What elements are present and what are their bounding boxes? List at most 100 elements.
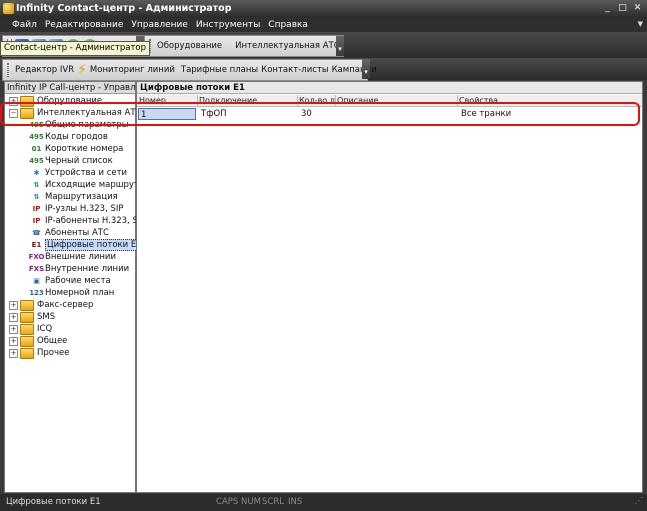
tooltip: Contact-центр - Администратор xyxy=(0,41,151,56)
expand-icon[interactable]: + xyxy=(9,336,18,346)
smart-pbx-button[interactable]: Интеллектуальная АТС xyxy=(235,41,339,51)
ip-subscribers-icon: IP xyxy=(32,217,41,225)
tree-item-label: Черный список xyxy=(45,156,113,166)
close-icon[interactable]: ✕ xyxy=(632,3,643,14)
tree-item-label: Номерной план xyxy=(45,288,115,298)
maximize-icon[interactable]: □ xyxy=(617,3,628,14)
column-header-connection[interactable]: Подключение xyxy=(197,95,298,106)
status-bar: Цифровые потоки E1 CAPS NUM SCRL INS ⋰ xyxy=(0,494,647,511)
minimize-icon[interactable]: _ xyxy=(602,3,613,14)
fxo-icon: FXO xyxy=(28,253,45,261)
navigation-header: Infinity IP Call-центр - Управление xyxy=(5,82,135,94)
column-header-number[interactable]: Номер xyxy=(137,95,198,106)
expand-icon[interactable]: + xyxy=(9,300,18,310)
toolbar-overflow-icon[interactable]: ▾ xyxy=(362,59,370,79)
tree-item-label: IP-узлы H.323, SIP xyxy=(45,204,124,214)
expand-icon[interactable]: + xyxy=(9,348,18,358)
params-icon: 495 xyxy=(29,121,44,129)
status-num: NUM xyxy=(241,497,261,507)
tree-item-label: IP-абоненты H.323, SIP xyxy=(45,216,146,226)
tree-item[interactable]: + SMS xyxy=(9,311,55,323)
tree-item-label: SMS xyxy=(37,312,56,322)
tree-item[interactable]: + ICQ xyxy=(9,323,52,335)
line-monitoring-button[interactable]: Мониторинг линий xyxy=(90,65,175,75)
tree-item[interactable]: ▣ Рабочие места xyxy=(31,275,111,287)
content-panel: Цифровые потоки E1 Номер Подключение Кол… xyxy=(136,81,643,493)
tree-item-label: Внутренние линии xyxy=(45,264,130,274)
tree-item-label: Короткие номера xyxy=(45,144,124,154)
ivr-editor-button[interactable]: Редактор IVR xyxy=(15,65,74,75)
expand-icon[interactable]: + xyxy=(9,312,18,322)
tree-item[interactable]: − Интеллектуальная АТС xyxy=(9,107,141,119)
tree-item-label: Внешние линии xyxy=(45,252,116,262)
tree-item[interactable]: IP IP-абоненты H.323, SIP xyxy=(31,215,146,227)
cell-count[interactable]: 30 xyxy=(299,108,335,120)
status-ins: INS xyxy=(288,497,303,507)
tree-item-label: Маршрутизация xyxy=(45,192,118,202)
cell-description[interactable] xyxy=(337,108,457,120)
e1-icon: E1 xyxy=(31,241,42,249)
menu-file[interactable]: Файл xyxy=(8,20,41,30)
tree-item[interactable]: 01 Короткие номера xyxy=(31,143,124,155)
tree-item[interactable]: ⇅ Маршрутизация xyxy=(31,191,118,203)
contact-lists-button[interactable]: Контакт-листы xyxy=(261,65,328,75)
menu-help[interactable]: Справка xyxy=(264,20,312,30)
devices-icon: ✱ xyxy=(33,169,40,177)
tree-item[interactable]: 495 Коды городов xyxy=(29,131,108,143)
tree-item-label: Коды городов xyxy=(45,132,108,142)
toolbar-overflow-icon[interactable]: ▾ xyxy=(336,36,344,56)
tree-item-label: Общее xyxy=(37,336,68,346)
toolbar-group-tools: Редактор IVR ⚡ Мониторинг линий Тарифные… xyxy=(2,59,377,81)
menu-tools[interactable]: Инструменты xyxy=(192,20,264,30)
tree-item-label: Факс-сервер xyxy=(37,300,94,310)
column-header-description[interactable]: Описание xyxy=(335,95,458,106)
tree-item[interactable]: FXS Внутренние линии xyxy=(29,263,130,275)
tree-item-label: Исходящие маршруты xyxy=(45,180,146,190)
folder-icon xyxy=(20,335,34,347)
menu-overflow-icon[interactable]: ▼ xyxy=(638,20,643,28)
status-scrl: SCRL xyxy=(262,497,284,507)
column-header-count[interactable]: Кол-во ли xyxy=(297,95,336,106)
cell-number[interactable]: 1 xyxy=(138,108,196,120)
folder-icon xyxy=(20,95,34,107)
tree-item-label: Общие параметры xyxy=(45,120,129,130)
expand-icon[interactable]: + xyxy=(9,324,18,334)
tree-item[interactable]: + Общее xyxy=(9,335,67,347)
tree-item[interactable]: E1 Цифровые потоки E1 xyxy=(31,239,144,251)
cell-connection[interactable]: ТфОП xyxy=(199,108,297,120)
cell-properties[interactable]: Все транки xyxy=(459,108,641,120)
menu-manage[interactable]: Управление xyxy=(127,20,191,30)
window-title: Infinity Contact-центр - Администратор xyxy=(16,3,232,14)
column-header-properties[interactable]: Свойства xyxy=(457,95,642,106)
tree-item[interactable]: 495 Черный список xyxy=(29,155,113,167)
tree-item[interactable]: + Прочее xyxy=(9,347,69,359)
tree-item[interactable]: + Оборудование xyxy=(9,95,102,107)
tree-item[interactable]: ☎ Абоненты АТС xyxy=(31,227,109,239)
menu-bar: Файл Редактирование Управление Инструмен… xyxy=(0,18,647,32)
tree-item[interactable]: + Факс-сервер xyxy=(9,299,93,311)
tree-item[interactable]: FXO Внешние линии xyxy=(28,251,116,263)
toolbar-group-sections: Оборудование Интеллектуальная АТС xyxy=(144,35,344,57)
table-header: Номер Подключение Кол-во ли Описание Сво… xyxy=(137,95,642,107)
equipment-button[interactable]: Оборудование xyxy=(157,41,222,51)
routing-icon: ⇅ xyxy=(33,193,40,201)
tariff-plans-button[interactable]: Тарифные планы xyxy=(181,65,258,75)
tree-item[interactable]: ✱ Устройства и сети xyxy=(31,167,128,179)
title-bar: Infinity Contact-центр - Администратор _… xyxy=(0,0,647,18)
tree-item[interactable]: IP IP-узлы H.323, SIP xyxy=(31,203,124,215)
routes-icon: ⇅ xyxy=(33,181,40,189)
tree-item[interactable]: 123 Номерной план xyxy=(29,287,115,299)
collapse-icon[interactable]: − xyxy=(9,108,18,118)
pbx-subscribers-icon: ☎ xyxy=(32,229,41,237)
folder-icon xyxy=(20,323,34,335)
tree-item-label: Абоненты АТС xyxy=(45,228,109,238)
expand-icon[interactable]: + xyxy=(9,96,18,106)
tree-item[interactable]: ⇅ Исходящие маршруты xyxy=(31,179,146,191)
secondary-toolbar: Редактор IVR ⚡ Мониторинг линий Тарифные… xyxy=(0,58,647,81)
number-plan-icon: 123 xyxy=(29,289,44,297)
resize-grip-icon[interactable]: ⋰ xyxy=(635,496,644,506)
menu-edit[interactable]: Редактирование xyxy=(41,20,128,30)
toolbar-grip[interactable] xyxy=(7,63,9,77)
tree-item-label: Оборудование xyxy=(37,96,103,106)
tree-item[interactable]: 495 Общие параметры xyxy=(29,119,129,131)
